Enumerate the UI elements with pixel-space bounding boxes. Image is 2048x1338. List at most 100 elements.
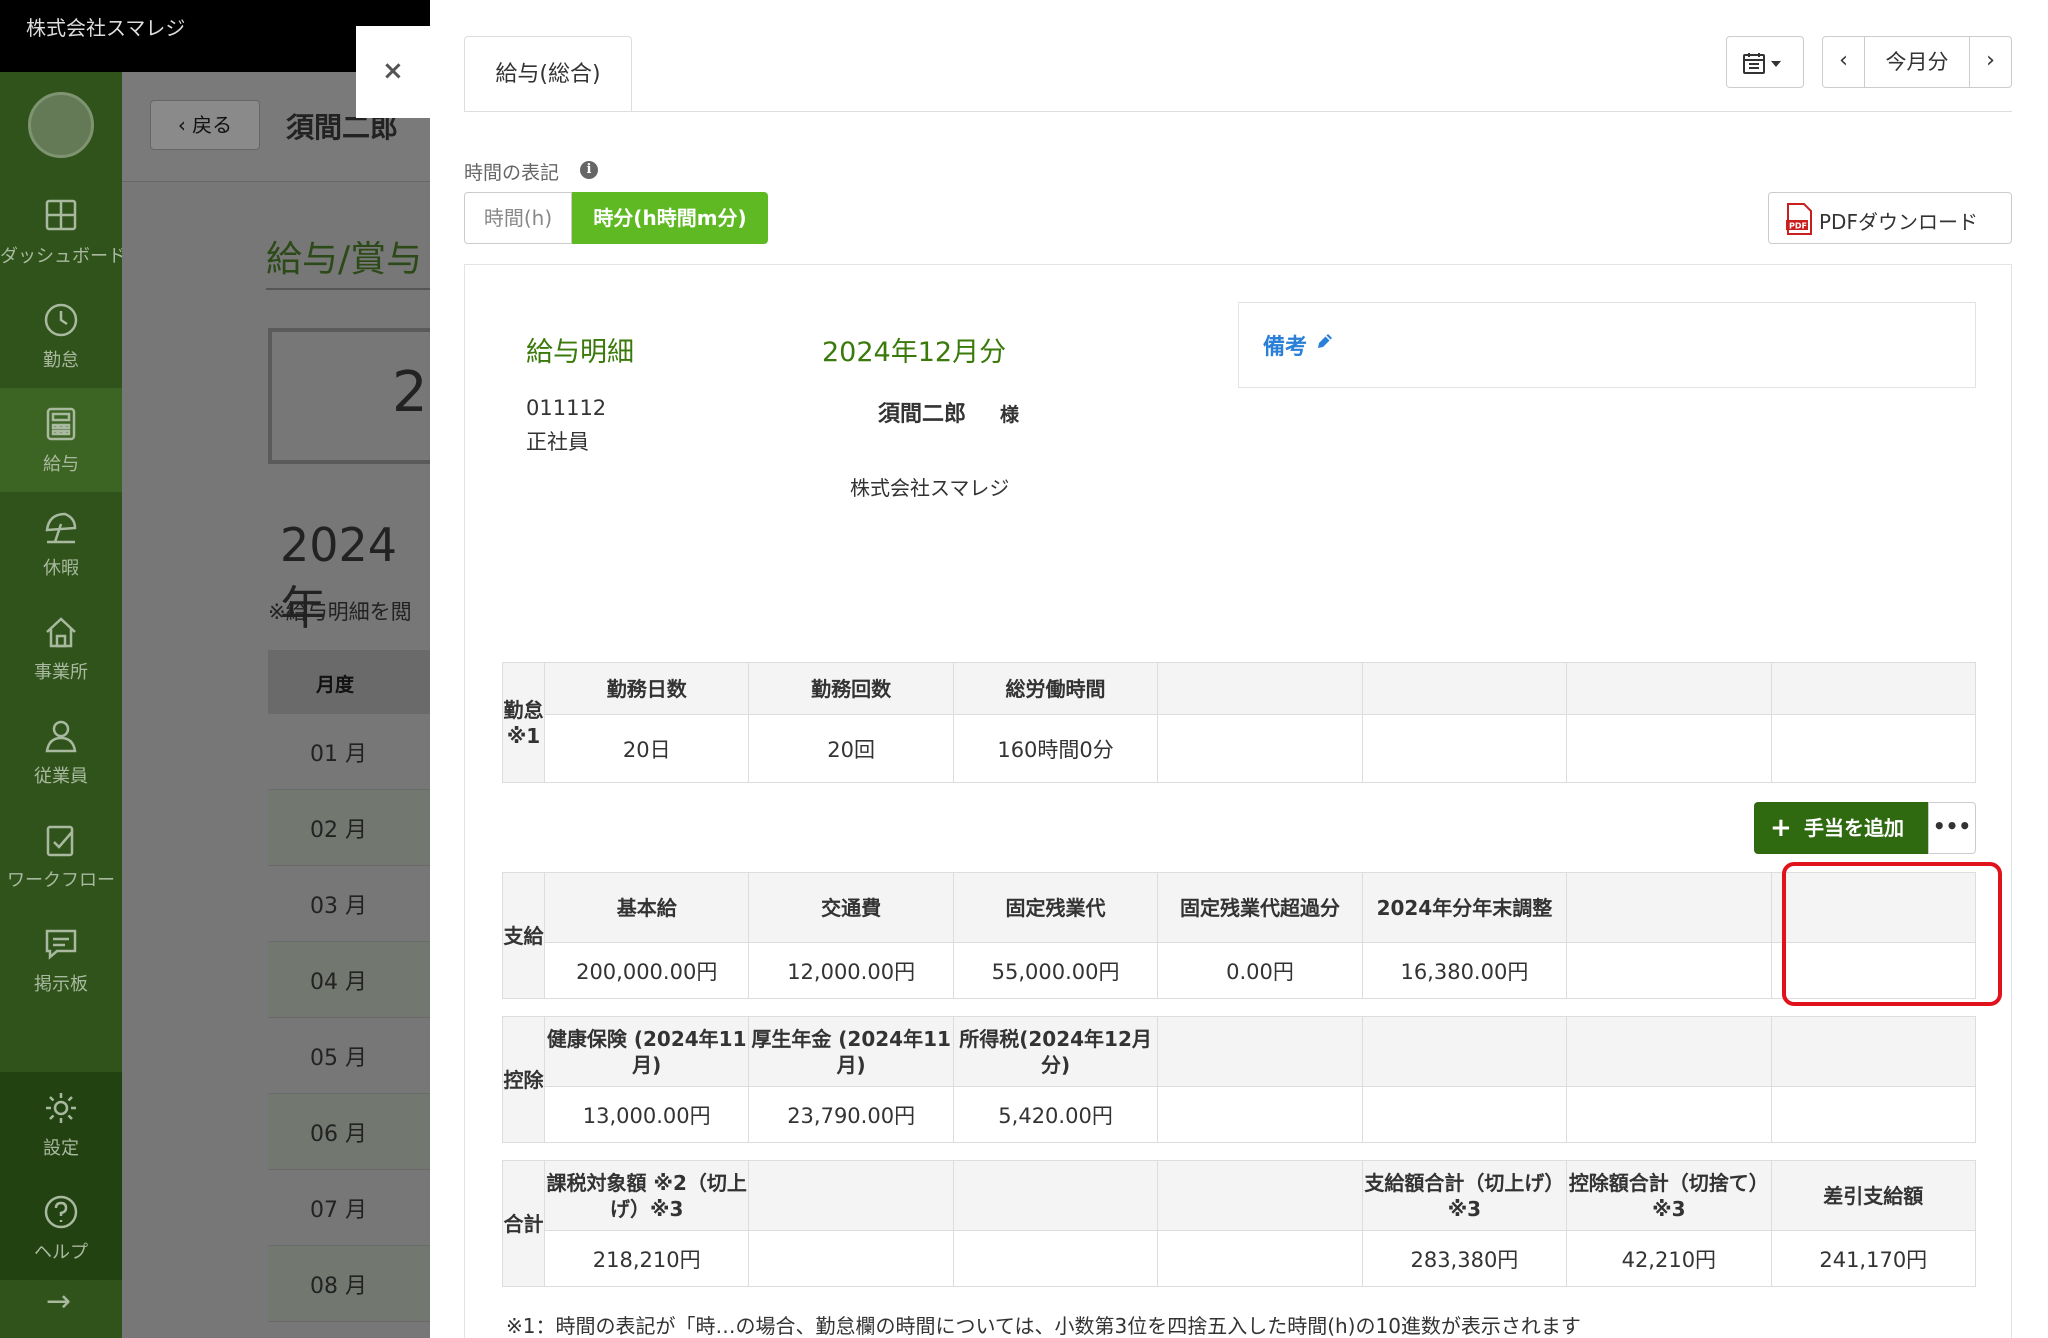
month-label: 08 月 [310, 1274, 367, 1299]
column-header: 月度 [316, 674, 355, 696]
time-format-hours-toggle[interactable]: 時間(h) [464, 192, 572, 244]
month-row[interactable]: 06 月 [268, 1094, 430, 1170]
pencil-icon[interactable] [1315, 331, 1335, 355]
table-cell [1157, 1230, 1363, 1287]
column-header: 固定残業代 [952, 872, 1159, 943]
column-header: 差引支給額 [1770, 1160, 1977, 1231]
pdf-download-button[interactable]: PDF PDFダウンロード [1768, 192, 2012, 244]
close-button[interactable]: × [356, 26, 430, 118]
pdf-download-label: PDFダウンロード [1819, 210, 1978, 234]
footnote: ※1：時間の表記が「時…の場合、勤怠欄の時間については、小数第3位を四捨五入した… [506, 1314, 1581, 1338]
background-note: ※給与明細を閲 [268, 600, 412, 624]
column-header [748, 1160, 954, 1231]
divider [266, 288, 430, 290]
sidebar-item-office[interactable]: 事業所 [0, 596, 122, 700]
add-allowance-button[interactable]: + 手当を追加 [1754, 802, 1928, 854]
table-cell: 12,000.00円 [748, 942, 954, 999]
current-month-button[interactable]: 今月分 [1865, 37, 1969, 87]
year-end-adjustment-highlight [1782, 862, 2002, 1006]
add-allowance-label: 手当を追加 [1804, 816, 1904, 840]
calendar-icon [1743, 52, 1787, 79]
month-label: 05 月 [310, 1046, 367, 1071]
dashboard-icon [0, 198, 122, 238]
sidebar-item-workflow[interactable]: ワークフロー [0, 804, 122, 908]
month-row[interactable]: 05 月 [268, 1018, 430, 1094]
sidebar-item-label: 事業所 [34, 662, 88, 683]
sidebar-item-label: ワークフロー [7, 870, 115, 891]
sidebar-item-employees[interactable]: 従業員 [0, 700, 122, 804]
gear-icon [0, 1090, 122, 1130]
month-row[interactable]: 03 月 [268, 866, 430, 942]
table-cell: 218,210円 [543, 1230, 750, 1287]
table-cell [1361, 1086, 1568, 1143]
remarks-box: 備考 [1238, 302, 1976, 388]
column-header: 基本給 [543, 872, 750, 943]
table-cell [1566, 942, 1772, 999]
table-cell [1157, 1086, 1363, 1143]
sidebar-item-dashboard[interactable]: ダッシュボード [0, 180, 126, 284]
umbrella-icon [0, 510, 122, 550]
month-navigation: ‹ 今月分 › [1822, 36, 2012, 88]
tab-payroll-total[interactable]: 給与(総合) [464, 36, 632, 112]
month-row[interactable]: 04 月 [268, 942, 430, 1018]
column-header [952, 1160, 1159, 1231]
month-row[interactable]: 07 月 [268, 1170, 430, 1246]
month-label: 03 月 [310, 894, 367, 919]
month-label: 06 月 [310, 1122, 367, 1147]
table-cell [1157, 714, 1363, 783]
more-options-button[interactable]: ••• [1928, 802, 1976, 854]
pdf-file-icon: PDF [1785, 203, 1813, 239]
time-format-hours-minutes-toggle[interactable]: 時分(h時間m分) [572, 192, 768, 244]
user-icon [0, 718, 122, 758]
table-cell: 13,000.00円 [543, 1086, 750, 1143]
background-table-header: 月度 [268, 650, 430, 714]
sidebar-expand-arrow[interactable]: → [46, 1284, 71, 1319]
info-icon[interactable]: i [580, 161, 598, 179]
month-row[interactable]: 08 月 [268, 1246, 430, 1322]
sidebar-item-attendance[interactable]: 勤怠 [0, 284, 122, 388]
column-header [1770, 1016, 1977, 1087]
sidebar: ダッシュボード 勤怠 給与 休暇 事業所 従業員 ワークフロー 掲示板 設定 ヘ… [0, 72, 126, 1338]
month-label: 04 月 [310, 970, 367, 995]
table-cell: 241,170円 [1770, 1230, 1977, 1287]
back-label: 戻る [192, 113, 233, 137]
table-cell: 5,420.00円 [952, 1086, 1159, 1143]
payments-side-label: 支給 [502, 872, 545, 999]
column-header: 控除額合計（切捨て）※3 [1566, 1160, 1772, 1231]
column-header [1361, 1016, 1568, 1087]
column-header: 交通費 [748, 872, 954, 943]
back-button[interactable]: ‹ 戻る [150, 100, 260, 150]
clock-icon [0, 302, 122, 342]
column-header [1566, 1016, 1772, 1087]
month-row[interactable]: 02 月 [268, 790, 430, 866]
column-header [1157, 662, 1363, 715]
table-cell: 20回 [748, 714, 954, 783]
employee-name: 須間二郎 [878, 402, 967, 427]
previous-month-button[interactable]: ‹ [1823, 37, 1865, 87]
column-header [1566, 872, 1772, 943]
sidebar-item-settings[interactable]: 設定 [0, 1072, 122, 1176]
table-cell: 23,790.00円 [748, 1086, 954, 1143]
avatar[interactable] [28, 92, 94, 158]
attendance-table: 勤怠※1 勤務日数 勤務回数 総労働時間 20日 20回 160時間0分 [502, 662, 1977, 783]
next-month-button[interactable]: › [1969, 37, 2011, 87]
column-header: 2024年分年末調整 [1361, 872, 1568, 943]
column-header: 総労働時間 [952, 662, 1159, 715]
honorific: 様 [1000, 404, 1020, 426]
sidebar-item-payroll[interactable]: 給与 [0, 388, 122, 492]
company-name: 株式会社スマレジ [26, 16, 186, 40]
payslip-title: 給与明細 [526, 337, 634, 368]
table-cell: 16,380.00円 [1361, 942, 1568, 999]
column-header [1157, 1016, 1363, 1087]
sidebar-item-help[interactable]: ヘルプ [0, 1176, 122, 1280]
sidebar-item-bulletin[interactable]: 掲示板 [0, 908, 122, 1012]
time-format-label: 時間の表記 [464, 162, 560, 184]
message-icon [0, 926, 122, 966]
month-row[interactable]: 01 月 [268, 714, 430, 790]
calendar-dropdown-button[interactable] [1726, 36, 1804, 88]
table-cell: 20日 [543, 714, 750, 783]
deductions-table: 控除 健康保険 (2024年11月) 厚生年金 (2024年11月) 所得税(2… [502, 1016, 1977, 1143]
sidebar-item-leave[interactable]: 休暇 [0, 492, 122, 596]
remarks-edit-link[interactable]: 備考 [1263, 329, 1307, 361]
attendance-side-label: 勤怠※1 [502, 662, 545, 783]
